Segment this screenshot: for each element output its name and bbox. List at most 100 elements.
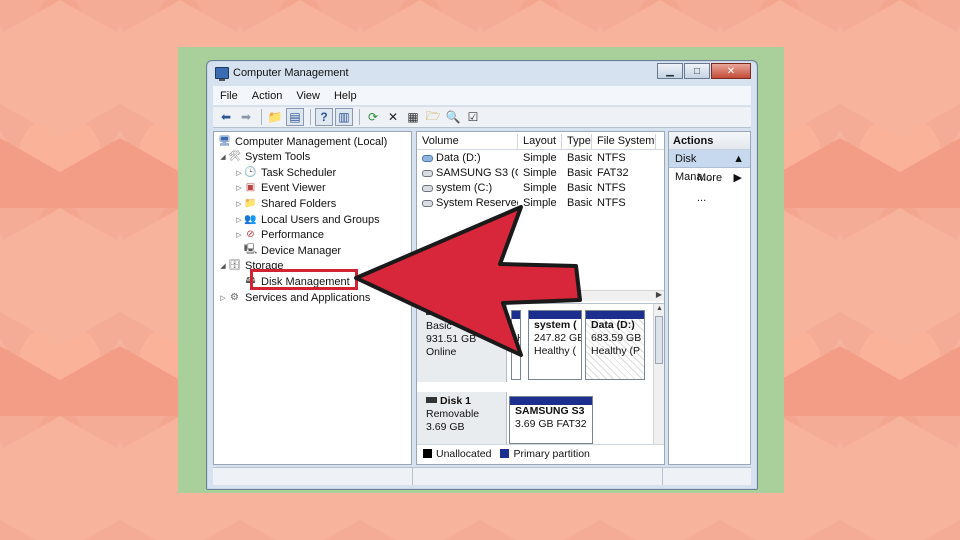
scroll-up-icon: ▲ <box>656 305 663 312</box>
open-button[interactable]: 🗁 <box>424 108 442 126</box>
toolbar-separator <box>261 109 262 125</box>
tree-item-shared-folders[interactable]: ▷ 📁 Shared Folders <box>234 196 336 211</box>
disk-kind: Basic <box>426 320 452 332</box>
partition-size: 247.82 GB <box>534 332 582 344</box>
clock-icon: 🕒 <box>244 167 257 178</box>
actions-pane: Actions Disk Mana... ▲ More ... ▶ <box>668 131 751 465</box>
refresh-icon: ⟳ <box>367 110 379 124</box>
refresh-button[interactable]: ⟳ <box>364 108 382 126</box>
tree-item-device-manager[interactable]: 🖳 Device Manager <box>244 243 341 258</box>
maximize-icon: □ <box>693 65 701 77</box>
partition-size: 3.69 GB FAT32 <box>515 418 587 430</box>
menu-view[interactable]: View <box>289 90 327 102</box>
partition-system-c[interactable]: system ( 247.82 GB Healthy ( <box>528 310 582 380</box>
actions-disk-management[interactable]: Disk Mana... ▲ <box>669 150 750 183</box>
properties-icon: ▦ <box>407 110 419 124</box>
status-bar <box>213 467 751 485</box>
volume-name: SAMSUNG S3 (G:) <box>436 167 518 179</box>
horizontal-scrollbar[interactable]: ▶ <box>417 290 664 301</box>
back-button[interactable]: ⬅ <box>217 108 235 126</box>
table-row[interactable]: system (C:) Simple Basic NTFS <box>417 181 656 196</box>
partition-name: system ( <box>534 319 577 331</box>
col-layout[interactable]: Layout <box>518 134 562 149</box>
partition-system-reserved[interactable]: H <box>511 310 521 380</box>
partition-samsung-s3[interactable]: SAMSUNG S3 3.69 GB FAT32 <box>509 396 593 444</box>
disk-0-label[interactable]: Disk Basic 931.51 GB Online <box>417 304 507 382</box>
tree-label: Performance <box>261 228 324 241</box>
toolbar-separator <box>310 109 311 125</box>
back-arrow-icon: ⬅ <box>220 110 232 124</box>
search-button[interactable]: 🔍 <box>444 108 462 126</box>
settings-button[interactable]: ☑ <box>464 108 482 126</box>
show-action-pane-button[interactable]: ▥ <box>335 108 353 126</box>
scrollbar-thumb[interactable] <box>655 316 663 364</box>
more-actions-label: More ... <box>697 172 723 204</box>
minimize-button[interactable]: ▁ <box>657 63 683 79</box>
services-icon: ⚙ <box>230 292 239 303</box>
delete-x-icon: ✕ <box>387 110 399 124</box>
disk-name: Disk 1 <box>440 395 471 407</box>
disk-management-pane: Volume Layout Type File System Data (D:)… <box>416 131 665 465</box>
menu-file[interactable]: File <box>213 90 245 102</box>
col-volume[interactable]: Volume <box>417 134 518 149</box>
expanded-triangle-icon: ◢ <box>220 153 226 161</box>
col-file-system[interactable]: File System <box>592 134 656 149</box>
delete-button[interactable]: ✕ <box>384 108 402 126</box>
primary-swatch <box>500 449 510 458</box>
col-type[interactable]: Type <box>562 134 592 149</box>
fs-cell: FAT32 <box>597 167 629 179</box>
table-row[interactable]: Data (D:) Simple Basic NTFS <box>417 151 656 166</box>
tree-item-root[interactable]: 🖥 Computer Management (Local) <box>218 134 387 149</box>
collapsed-triangle-icon: ▷ <box>236 200 242 208</box>
maximize-button[interactable]: □ <box>684 63 710 79</box>
computer-management-icon: 🖥 <box>218 136 231 147</box>
tree-item-system-tools[interactable]: ◢ 🛠 System Tools <box>218 149 310 164</box>
disk-icon <box>426 309 437 315</box>
show-hide-tree-button[interactable]: ▤ <box>286 108 304 126</box>
help-button[interactable]: ? <box>315 108 333 126</box>
tree-item-local-users[interactable]: ▷ 👥 Local Users and Groups <box>234 212 379 227</box>
layout-cell: Simple <box>523 182 557 194</box>
performance-icon: ⊘ <box>246 229 255 240</box>
fs-cell: NTFS <box>597 197 626 209</box>
toolbar: ⬅ ➡ 📁 ▤ ? ▥ ⟳ ✕ ▦ 🗁 🔍 ☑ <box>213 106 751 128</box>
disk-size: 3.69 GB <box>426 421 465 433</box>
chevron-right-icon: ▶ <box>733 172 742 184</box>
storage-icon: 🗄 <box>228 260 241 271</box>
legend-unallocated: Unallocated <box>436 447 492 460</box>
properties-button[interactable]: ▦ <box>404 108 422 126</box>
menu-action[interactable]: Action <box>245 90 290 102</box>
disk-1-label[interactable]: Disk 1 Removable 3.69 GB <box>417 392 507 444</box>
partition-data-d[interactable]: Data (D:) 683.59 GB Healthy (P <box>585 310 645 380</box>
vertical-scrollbar[interactable]: ▲ ▼ <box>653 304 664 461</box>
layout-cell: Simple <box>523 197 557 209</box>
disk-management-highlight <box>250 269 358 290</box>
menu-help[interactable]: Help <box>327 90 364 102</box>
table-row[interactable]: System Reserved Simple Basic NTFS <box>417 196 656 211</box>
close-button[interactable]: ✕ <box>711 63 751 79</box>
drive-icon <box>422 170 433 177</box>
drive-icon <box>422 185 433 192</box>
type-cell: Basic <box>567 152 592 164</box>
tree-item-performance[interactable]: ▷ ⊘ Performance <box>234 227 324 242</box>
disk-graphical-view: Disk Basic 931.51 GB Online H system ( 2… <box>417 303 664 461</box>
open-folder-icon: 🗁 <box>425 108 441 123</box>
disk-kind: Removable <box>426 408 480 420</box>
event-viewer-icon: ▣ <box>245 182 256 193</box>
tree-item-task-scheduler[interactable]: ▷ 🕒 Task Scheduler <box>234 165 336 180</box>
title-bar[interactable]: Computer Management ▁ □ ✕ <box>207 61 757 85</box>
collapse-up-icon: ▲ <box>733 153 744 165</box>
toolbar-separator <box>359 109 360 125</box>
table-row[interactable]: SAMSUNG S3 (G:) Simple Basic FAT32 <box>417 166 656 181</box>
status-segment <box>213 468 413 485</box>
volume-table-header: Volume Layout Type File System <box>417 134 664 150</box>
tree-item-services[interactable]: ▷ ⚙ Services and Applications <box>218 290 370 305</box>
up-level-button[interactable]: 📁 <box>266 108 284 126</box>
forward-button[interactable]: ➡ <box>237 108 255 126</box>
layout-cell: Simple <box>523 152 557 164</box>
volume-cell: System Reserved <box>417 196 518 211</box>
tree-item-event-viewer[interactable]: ▷ ▣ Event Viewer <box>234 180 325 195</box>
type-cell: Basic <box>567 197 592 209</box>
legend-primary: Primary partition <box>513 447 590 460</box>
expanded-triangle-icon: ◢ <box>220 262 226 270</box>
